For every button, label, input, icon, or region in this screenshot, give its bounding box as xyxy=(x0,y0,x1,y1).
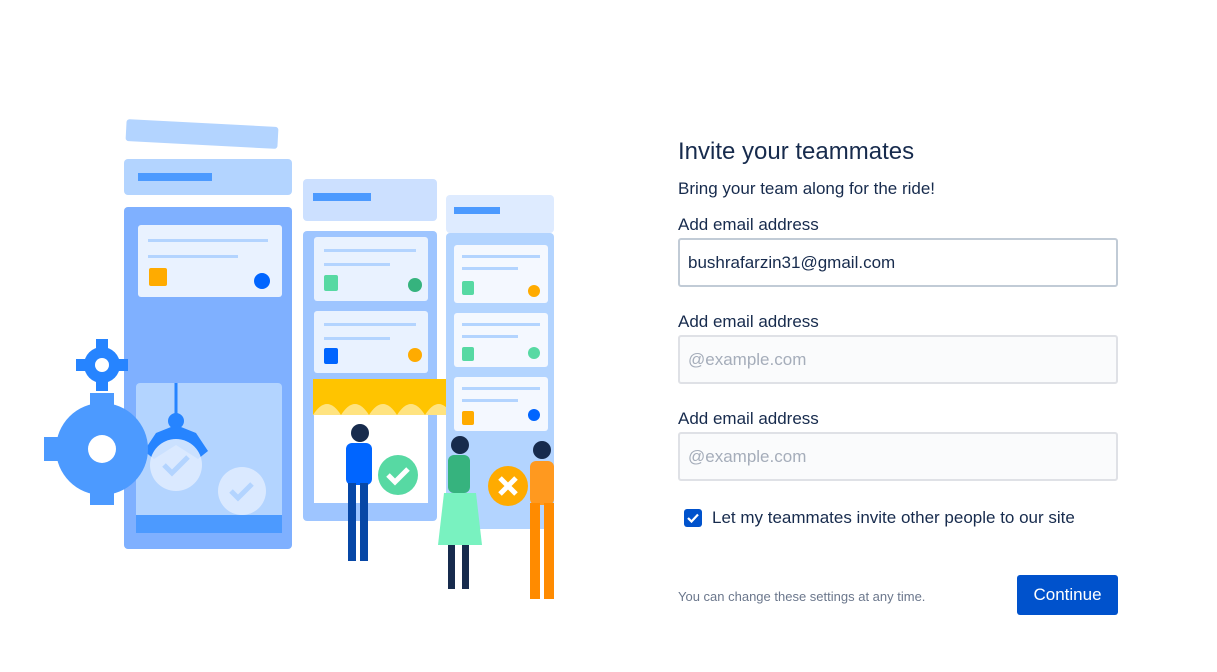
email-label-3: Add email address xyxy=(678,409,819,428)
email-field-1[interactable] xyxy=(678,238,1118,287)
continue-button[interactable]: Continue xyxy=(1017,575,1118,615)
invite-form: Invite your teammates Bring your team al… xyxy=(678,136,1118,529)
invite-permission-row[interactable]: Let my teammates invite other people to … xyxy=(684,507,1118,529)
email-label-1: Add email address xyxy=(678,215,819,234)
invite-permission-label: Let my teammates invite other people to … xyxy=(712,508,1075,527)
settings-note: You can change these settings at any tim… xyxy=(678,589,926,604)
form-footer: You can change these settings at any tim… xyxy=(678,575,1118,615)
email-label-2: Add email address xyxy=(678,312,819,331)
page-subtitle: Bring your team along for the ride! xyxy=(678,179,936,198)
kanban-team-illustration-icon xyxy=(44,119,554,599)
team-board-illustration xyxy=(30,115,590,615)
email-field-2[interactable] xyxy=(678,335,1118,384)
checkmark-icon xyxy=(687,513,699,523)
invite-permission-checkbox[interactable] xyxy=(684,509,702,527)
page-title: Invite your teammates xyxy=(678,138,915,165)
email-field-3[interactable] xyxy=(678,432,1118,481)
